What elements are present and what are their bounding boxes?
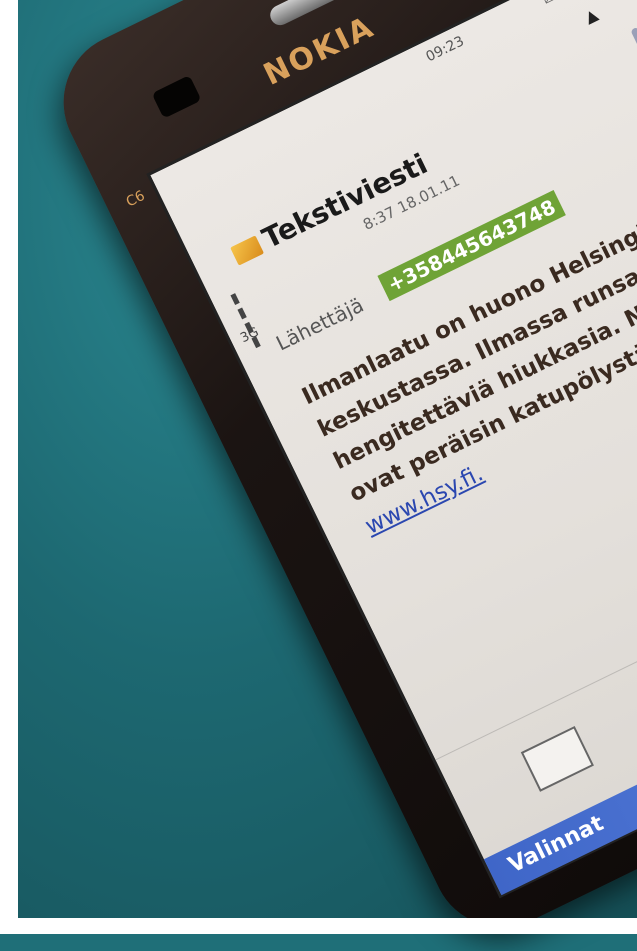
model-label: C6 <box>123 187 148 211</box>
sender-label: Lähettäjä <box>272 292 368 356</box>
message-toolbar: Valinnat <box>435 531 637 896</box>
photo-border-left <box>0 0 18 934</box>
navigation-arrow-icon: ▲ <box>581 4 601 27</box>
envelope-icon <box>230 235 265 266</box>
options-softkey-label: Valinnat <box>504 810 608 879</box>
reply-icon[interactable] <box>520 726 594 792</box>
front-camera <box>151 75 202 119</box>
status-time: 09:23 <box>423 33 467 66</box>
mail-status-icon: ✉ <box>539 0 559 9</box>
photo-border-bottom <box>0 918 637 934</box>
